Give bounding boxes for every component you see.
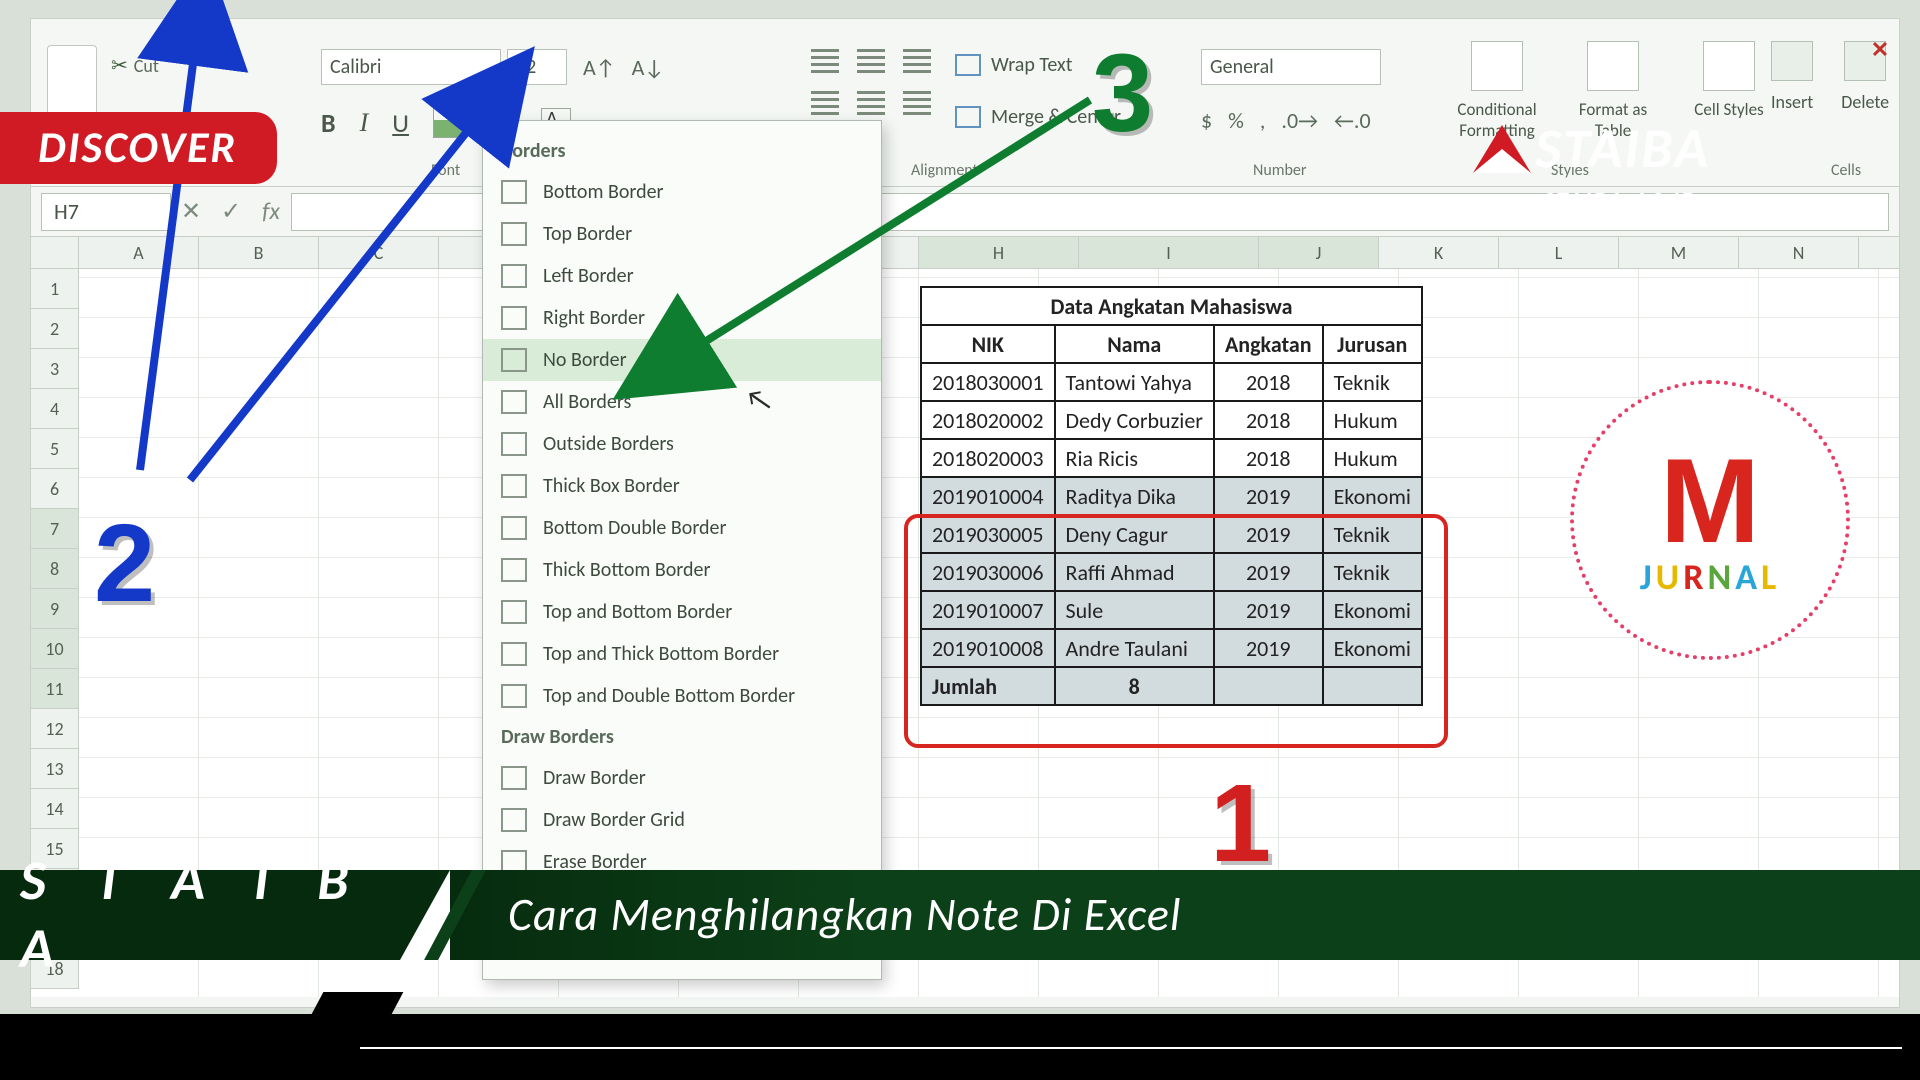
arrow-3 [640,90,1110,390]
accounting-icon[interactable]: $ [1201,107,1212,134]
callout-1: 1 [1210,760,1271,887]
insert-button[interactable]: Insert [1771,41,1813,113]
col-header-L[interactable]: L [1499,237,1619,268]
cell-styles-icon [1703,41,1755,91]
number-group: General $%, .0→ ←.0 [1201,49,1381,134]
table-row[interactable]: 2019030005Deny Cagur2019Teknik [921,515,1422,553]
mjurnal-badge: M JURNAL [1570,380,1850,660]
cells-group-label: Cells [1831,161,1861,180]
row-header-9[interactable]: 9 [31,589,79,629]
percent-icon[interactable]: % [1228,107,1244,134]
increase-decimal-icon[interactable]: .0→ [1281,107,1318,134]
logo-icon [1473,125,1531,173]
border-item[interactable]: Thick Box Border [483,465,881,507]
select-all-button[interactable] [31,237,79,268]
badge-m: M [1660,441,1760,561]
draw-borders-section: Draw Borders [483,717,881,757]
cells-group: Insert Delete [1771,41,1889,113]
border-item[interactable]: Draw Border [483,757,881,799]
watermark: STAIBA STAIBA.AC.ID [1473,115,1710,216]
table-row[interactable]: 2018020003Ria Ricis2018Hukum [921,439,1422,477]
border-icon [501,766,527,790]
row-header-12[interactable]: 12 [31,709,79,749]
table-row[interactable]: 2019010004Raditya Dika2019Ekonomi [921,477,1422,515]
bottom-rule [360,1047,1902,1049]
bottom-bar [0,1014,1920,1080]
wrap-text-button[interactable]: Wrap Text [955,53,1072,77]
border-icon [501,684,527,708]
border-icon [501,642,527,666]
row-header-14[interactable]: 14 [31,789,79,829]
table-total-row: Jumlah8 [921,667,1422,705]
table-row[interactable]: 2019030006Raffi Ahmad2019Teknik [921,553,1422,591]
align-bottom-icon[interactable] [903,49,931,73]
wrap-icon [955,54,981,76]
border-icon [501,558,527,582]
brand-text: STAIBA [1535,115,1710,183]
border-item[interactable]: Draw Border Grid [483,799,881,841]
border-item[interactable]: Bottom Double Border [483,507,881,549]
callout-3: 3 [1092,30,1153,157]
table-header: Angkatan [1214,325,1323,363]
lower-third: S T A I B A Cara Menghilangkan Note Di E… [0,870,1920,960]
comma-icon[interactable]: , [1260,107,1266,134]
table-row[interactable]: 2018020002Dedy Corbuzier2018Hukum [921,401,1422,439]
align-middle-icon[interactable] [857,49,885,73]
border-item[interactable]: Thick Bottom Border [483,549,881,591]
shrink-font-icon[interactable]: A↓ [632,54,665,81]
col-header-J[interactable]: J [1259,237,1379,268]
col-header-N[interactable]: N [1739,237,1859,268]
row-header-2[interactable]: 2 [31,309,79,349]
delete-icon [1844,41,1886,81]
delete-button[interactable]: Delete [1841,41,1889,113]
row-header-7[interactable]: 7 [31,509,79,549]
table-row[interactable]: 2019010008Andre Taulani2019Ekonomi [921,629,1422,667]
row-header-5[interactable]: 5 [31,429,79,469]
border-item[interactable]: Top and Double Bottom Border [483,675,881,717]
discover-tag: DISCOVER [0,112,277,184]
col-header-K[interactable]: K [1379,237,1499,268]
insert-icon [1771,41,1813,81]
row-header-13[interactable]: 13 [31,749,79,789]
number-group-label: Number [1253,161,1306,180]
grow-font-icon[interactable]: A↑ [583,54,616,81]
brand-site: STAIBA.AC.ID [1543,187,1710,216]
video-title: Cara Menghilangkan Note Di Excel [508,887,1181,943]
table-fmt-icon [1587,41,1639,91]
row-header-6[interactable]: 6 [31,469,79,509]
row-header-11[interactable]: 11 [31,669,79,709]
row-header-1[interactable]: 1 [31,269,79,309]
cond-fmt-icon [1471,41,1523,91]
callout-2: 2 [94,500,155,627]
table-header: Jurusan [1323,325,1422,363]
border-icon [501,516,527,540]
row-header-4[interactable]: 4 [31,389,79,429]
border-icon [501,600,527,624]
decrease-decimal-icon[interactable]: ←.0 [1334,107,1371,134]
col-header-M[interactable]: M [1619,237,1739,268]
badge-jurnal: JURNAL [1640,555,1781,599]
row-header-3[interactable]: 3 [31,349,79,389]
row-header-10[interactable]: 10 [31,629,79,669]
number-format-combo[interactable]: General [1201,49,1381,85]
table-row[interactable]: 2019010007Sule2019Ekonomi [921,591,1422,629]
border-item[interactable]: Outside Borders [483,423,881,465]
border-item[interactable]: Top and Bottom Border [483,591,881,633]
border-icon [501,808,527,832]
align-top-icon[interactable] [811,49,839,73]
footer-brand: S T A I B A [0,870,410,960]
row-header-8[interactable]: 8 [31,549,79,589]
border-item[interactable]: Top and Thick Bottom Border [483,633,881,675]
paste-button[interactable] [47,45,97,117]
